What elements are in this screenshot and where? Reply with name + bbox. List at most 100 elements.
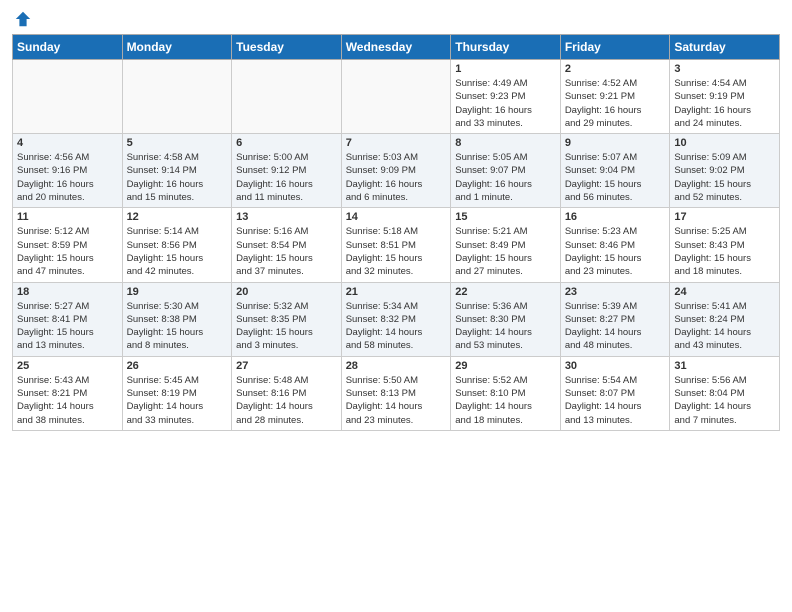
day-number: 3	[674, 63, 775, 75]
calendar-cell: 16Sunrise: 5:23 AMSunset: 8:46 PMDayligh…	[560, 208, 670, 282]
day-info: Sunrise: 5:16 AMSunset: 8:54 PMDaylight:…	[236, 225, 337, 278]
day-info: Sunrise: 5:32 AMSunset: 8:35 PMDaylight:…	[236, 300, 337, 353]
day-info: Sunrise: 4:58 AMSunset: 9:14 PMDaylight:…	[127, 151, 228, 204]
day-info: Sunrise: 5:48 AMSunset: 8:16 PMDaylight:…	[236, 374, 337, 427]
weekday-header-sunday: Sunday	[13, 35, 123, 60]
day-info: Sunrise: 4:52 AMSunset: 9:21 PMDaylight:…	[565, 77, 666, 130]
calendar-cell: 20 Sunrise: 5:32 AMSunset: 8:35 PMDayligh…	[232, 282, 342, 356]
day-info: Sunrise: 5:03 AMSunset: 9:09 PMDaylight:…	[346, 151, 447, 204]
day-info: Sunrise: 5:43 AMSunset: 8:21 PMDaylight:…	[17, 374, 118, 427]
day-info: Sunrise: 5:27 AMSunset: 8:41 PMDaylight:…	[17, 300, 118, 353]
day-info: Sunrise: 5:12 AMSunset: 8:59 PMDaylight:…	[17, 225, 118, 278]
calendar-cell: 19 Sunrise: 5:30 AMSunset: 8:38 PMDayligh…	[122, 282, 232, 356]
day-number: 31	[674, 360, 775, 372]
day-number: 1	[455, 63, 556, 75]
calendar-cell: 2Sunrise: 4:52 AMSunset: 9:21 PMDaylight…	[560, 60, 670, 134]
day-number: 18	[17, 286, 118, 298]
calendar-cell: 18 Sunrise: 5:27 AMSunset: 8:41 PMDayligh…	[13, 282, 123, 356]
day-number: 17	[674, 211, 775, 223]
day-number: 6	[236, 137, 337, 149]
day-number: 26	[127, 360, 228, 372]
day-info: Sunrise: 5:50 AMSunset: 8:13 PMDaylight:…	[346, 374, 447, 427]
day-number: 7	[346, 137, 447, 149]
weekday-header-thursday: Thursday	[451, 35, 561, 60]
day-info: Sunrise: 5:30 AMSunset: 8:38 PMDaylight:…	[127, 300, 228, 353]
day-info: Sunrise: 4:54 AMSunset: 9:19 PMDaylight:…	[674, 77, 775, 130]
day-number: 12	[127, 211, 228, 223]
day-number: 8	[455, 137, 556, 149]
day-info: Sunrise: 5:34 AMSunset: 8:32 PMDaylight:…	[346, 300, 447, 353]
header	[12, 10, 780, 28]
calendar-cell: 15 Sunrise: 5:21 AMSunset: 8:49 PMDayligh…	[451, 208, 561, 282]
day-info: Sunrise: 5:00 AMSunset: 9:12 PMDaylight:…	[236, 151, 337, 204]
day-number: 11	[17, 211, 118, 223]
day-number: 28	[346, 360, 447, 372]
weekday-header-friday: Friday	[560, 35, 670, 60]
day-number: 27	[236, 360, 337, 372]
calendar-cell: 3 Sunrise: 4:54 AMSunset: 9:19 PMDaylight…	[670, 60, 780, 134]
day-number: 20	[236, 286, 337, 298]
day-info: Sunrise: 5:23 AMSunset: 8:46 PMDaylight:…	[565, 225, 666, 278]
day-info: Sunrise: 5:05 AMSunset: 9:07 PMDaylight:…	[455, 151, 556, 204]
calendar-cell: 29 Sunrise: 5:52 AMSunset: 8:10 PMDayligh…	[451, 356, 561, 430]
day-number: 14	[346, 211, 447, 223]
day-number: 24	[674, 286, 775, 298]
calendar-cell: 1 Sunrise: 4:49 AMSunset: 9:23 PMDaylight…	[451, 60, 561, 134]
day-number: 10	[674, 137, 775, 149]
calendar-cell: 17 Sunrise: 5:25 AMSunset: 8:43 PMDayligh…	[670, 208, 780, 282]
day-info: Sunrise: 5:21 AMSunset: 8:49 PMDaylight:…	[455, 225, 556, 278]
week-row-5: 25 Sunrise: 5:43 AMSunset: 8:21 PMDayligh…	[13, 356, 780, 430]
weekday-header-tuesday: Tuesday	[232, 35, 342, 60]
day-number: 25	[17, 360, 118, 372]
calendar-cell: 7 Sunrise: 5:03 AMSunset: 9:09 PMDaylight…	[341, 134, 451, 208]
page: SundayMondayTuesdayWednesdayThursdayFrid…	[0, 0, 792, 612]
calendar-cell: 24 Sunrise: 5:41 AMSunset: 8:24 PMDayligh…	[670, 282, 780, 356]
calendar-cell: 31 Sunrise: 5:56 AMSunset: 8:04 PMDayligh…	[670, 356, 780, 430]
day-number: 4	[17, 137, 118, 149]
calendar-cell: 5 Sunrise: 4:58 AMSunset: 9:14 PMDaylight…	[122, 134, 232, 208]
calendar-cell: 14Sunrise: 5:18 AMSunset: 8:51 PMDayligh…	[341, 208, 451, 282]
calendar-cell: 6 Sunrise: 5:00 AMSunset: 9:12 PMDaylight…	[232, 134, 342, 208]
calendar-cell: 23Sunrise: 5:39 AMSunset: 8:27 PMDayligh…	[560, 282, 670, 356]
day-number: 19	[127, 286, 228, 298]
weekday-header-saturday: Saturday	[670, 35, 780, 60]
calendar-cell: 26 Sunrise: 5:45 AMSunset: 8:19 PMDayligh…	[122, 356, 232, 430]
calendar-cell: 25 Sunrise: 5:43 AMSunset: 8:21 PMDayligh…	[13, 356, 123, 430]
day-number: 23	[565, 286, 666, 298]
weekday-header-monday: Monday	[122, 35, 232, 60]
day-info: Sunrise: 5:14 AMSunset: 8:56 PMDaylight:…	[127, 225, 228, 278]
calendar-cell: 12 Sunrise: 5:14 AMSunset: 8:56 PMDayligh…	[122, 208, 232, 282]
day-info: Sunrise: 5:52 AMSunset: 8:10 PMDaylight:…	[455, 374, 556, 427]
day-info: Sunrise: 5:45 AMSunset: 8:19 PMDaylight:…	[127, 374, 228, 427]
day-number: 9	[565, 137, 666, 149]
day-info: Sunrise: 5:56 AMSunset: 8:04 PMDaylight:…	[674, 374, 775, 427]
calendar-cell	[13, 60, 123, 134]
week-row-4: 18 Sunrise: 5:27 AMSunset: 8:41 PMDayligh…	[13, 282, 780, 356]
day-info: Sunrise: 5:09 AMSunset: 9:02 PMDaylight:…	[674, 151, 775, 204]
day-info: Sunrise: 5:54 AMSunset: 8:07 PMDaylight:…	[565, 374, 666, 427]
day-info: Sunrise: 4:49 AMSunset: 9:23 PMDaylight:…	[455, 77, 556, 130]
calendar-cell	[232, 60, 342, 134]
day-info: Sunrise: 5:25 AMSunset: 8:43 PMDaylight:…	[674, 225, 775, 278]
calendar-cell: 9 Sunrise: 5:07 AMSunset: 9:04 PMDaylight…	[560, 134, 670, 208]
calendar-cell: 10 Sunrise: 5:09 AMSunset: 9:02 PMDayligh…	[670, 134, 780, 208]
week-row-2: 4Sunrise: 4:56 AMSunset: 9:16 PMDaylight…	[13, 134, 780, 208]
week-row-1: 1 Sunrise: 4:49 AMSunset: 9:23 PMDaylight…	[13, 60, 780, 134]
calendar-cell: 22Sunrise: 5:36 AMSunset: 8:30 PMDayligh…	[451, 282, 561, 356]
day-number: 15	[455, 211, 556, 223]
calendar-cell: 8 Sunrise: 5:05 AMSunset: 9:07 PMDaylight…	[451, 134, 561, 208]
calendar-cell: 11 Sunrise: 5:12 AMSunset: 8:59 PMDayligh…	[13, 208, 123, 282]
day-info: Sunrise: 5:07 AMSunset: 9:04 PMDaylight:…	[565, 151, 666, 204]
calendar-cell: 4Sunrise: 4:56 AMSunset: 9:16 PMDaylight…	[13, 134, 123, 208]
day-number: 5	[127, 137, 228, 149]
day-number: 29	[455, 360, 556, 372]
day-number: 22	[455, 286, 556, 298]
calendar-cell: 28 Sunrise: 5:50 AMSunset: 8:13 PMDayligh…	[341, 356, 451, 430]
logo-icon	[14, 10, 32, 28]
calendar: SundayMondayTuesdayWednesdayThursdayFrid…	[12, 34, 780, 431]
week-row-3: 11 Sunrise: 5:12 AMSunset: 8:59 PMDayligh…	[13, 208, 780, 282]
day-info: Sunrise: 5:41 AMSunset: 8:24 PMDaylight:…	[674, 300, 775, 353]
calendar-cell: 21Sunrise: 5:34 AMSunset: 8:32 PMDayligh…	[341, 282, 451, 356]
calendar-cell: 13Sunrise: 5:16 AMSunset: 8:54 PMDayligh…	[232, 208, 342, 282]
logo	[12, 10, 32, 28]
